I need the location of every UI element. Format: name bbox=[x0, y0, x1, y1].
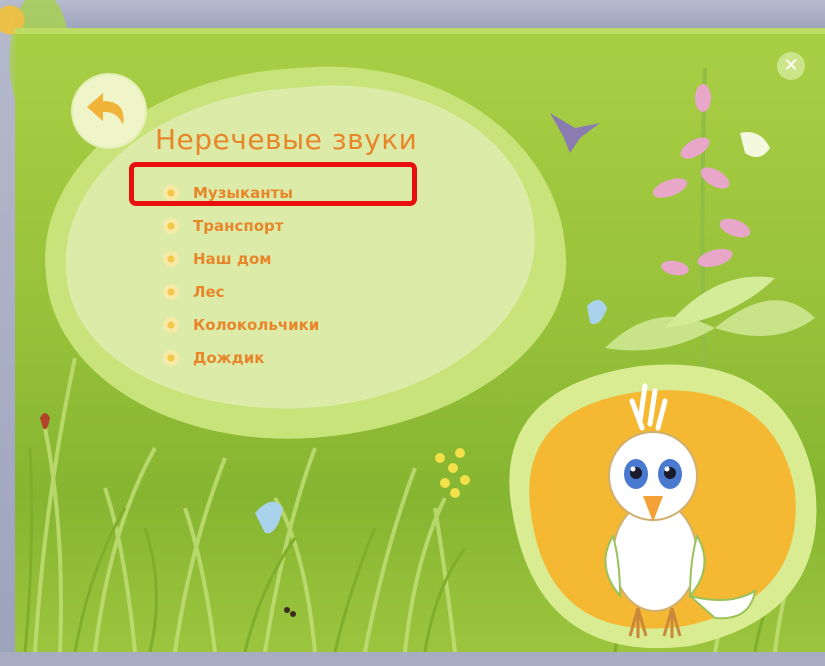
window-frame-bottom bbox=[0, 652, 825, 666]
bullet-icon bbox=[163, 349, 179, 366]
back-button[interactable] bbox=[73, 75, 145, 147]
window-frame-top bbox=[0, 0, 825, 28]
bullet-icon bbox=[163, 250, 179, 267]
app-window: Неречевые звуки Музыканты Транспорт Наш … bbox=[15, 28, 825, 652]
selection-highlight bbox=[129, 162, 417, 206]
butterfly-icon bbox=[255, 501, 283, 534]
menu-item-bells[interactable]: Колокольчики bbox=[163, 308, 319, 341]
bullet-icon bbox=[163, 316, 179, 333]
page-title: Неречевые звуки bbox=[155, 123, 418, 156]
menu-item-transport[interactable]: Транспорт bbox=[163, 209, 319, 242]
bullet-icon bbox=[163, 283, 179, 300]
parrot-bubble bbox=[509, 364, 817, 649]
ant-icon bbox=[284, 607, 296, 617]
close-button[interactable]: ✕ bbox=[777, 52, 805, 80]
back-arrow-icon bbox=[87, 93, 124, 125]
menu-item-label: Дождик bbox=[193, 348, 265, 367]
butterfly-icon bbox=[550, 113, 600, 153]
snail-icon bbox=[40, 413, 50, 430]
menu-item-rain[interactable]: Дождик bbox=[163, 341, 319, 374]
close-icon: ✕ bbox=[783, 55, 799, 76]
menu-item-forest[interactable]: Лес bbox=[163, 275, 319, 308]
butterfly-icon bbox=[740, 132, 770, 157]
menu-item-label: Колокольчики bbox=[193, 315, 320, 334]
menu-item-label: Транспорт bbox=[193, 216, 284, 235]
menu-item-label: Лес bbox=[193, 282, 225, 301]
bullet-icon bbox=[163, 217, 179, 234]
butterfly-icon bbox=[587, 299, 607, 324]
menu-item-our-house[interactable]: Наш дом bbox=[163, 242, 319, 275]
menu-item-label: Наш дом bbox=[193, 249, 272, 268]
